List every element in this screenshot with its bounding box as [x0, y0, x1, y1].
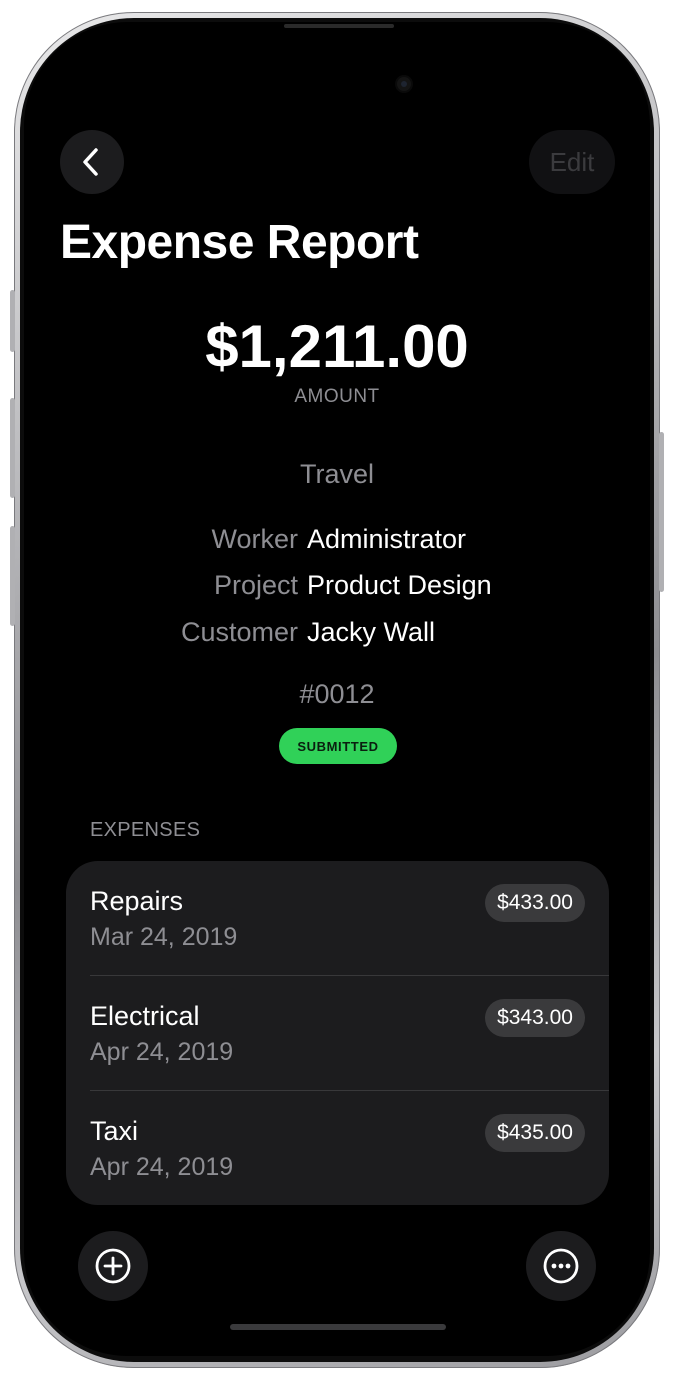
expense-name: Electrical — [90, 1001, 200, 1031]
report-number: #0012 — [299, 679, 375, 709]
front-camera — [397, 77, 411, 91]
worker-label: Worker — [211, 524, 298, 554]
amount-label: AMOUNT — [294, 386, 380, 407]
power-button — [659, 432, 664, 592]
expenses-section-header: EXPENSES — [90, 819, 201, 841]
edit-button[interactable]: Edit — [529, 130, 615, 194]
worker-row: Worker Administrator — [24, 524, 650, 558]
project-label: Project — [213, 570, 298, 600]
customer-value: Jacky Wall — [307, 617, 436, 647]
project-row: Project Product Design — [24, 570, 650, 604]
expense-date: Apr 24, 2019 — [90, 1038, 234, 1066]
total-amount: $1,211.00 — [205, 313, 469, 380]
customer-row: Customer Jacky Wall — [24, 617, 650, 651]
more-options-button[interactable] — [526, 1231, 596, 1301]
expense-date: Mar 24, 2019 — [90, 923, 238, 951]
expense-row-taxi[interactable]: Taxi Apr 24, 2019 $435.00 — [66, 1091, 609, 1206]
chevron-left-icon — [83, 148, 98, 176]
expense-row-repairs[interactable]: Repairs Mar 24, 2019 $433.00 — [66, 861, 609, 976]
worker-value: Administrator — [307, 524, 467, 554]
expenses-list: Repairs Mar 24, 2019 $433.00 Electrical … — [66, 861, 609, 1205]
speaker-grille — [284, 24, 394, 28]
volume-up-button — [10, 398, 15, 498]
expense-name: Repairs — [90, 886, 184, 916]
expense-category: Travel — [299, 459, 374, 489]
project-value: Product Design — [307, 570, 492, 600]
customer-label: Customer — [180, 617, 298, 647]
home-indicator[interactable] — [230, 1324, 446, 1330]
plus-circle-icon — [95, 1248, 131, 1284]
ellipsis-circle-icon — [543, 1248, 579, 1284]
status-badge: SUBMITTED — [279, 728, 397, 764]
expense-amount-badge: $435.00 — [485, 1114, 585, 1152]
expense-row-electrical[interactable]: Electrical Apr 24, 2019 $343.00 — [66, 976, 609, 1091]
expense-amount-badge: $433.00 — [485, 884, 585, 922]
page-title: Expense Report — [60, 216, 419, 269]
volume-down-button — [10, 526, 15, 626]
action-button — [10, 290, 15, 352]
back-button[interactable] — [60, 130, 124, 194]
screen: Edit Expense Report $1,211.00 AMOUNT Tra… — [24, 22, 650, 1356]
expense-name: Taxi — [90, 1116, 139, 1146]
expense-amount-badge: $343.00 — [485, 999, 585, 1037]
expense-date: Apr 24, 2019 — [90, 1153, 234, 1181]
add-expense-button[interactable] — [78, 1231, 148, 1301]
